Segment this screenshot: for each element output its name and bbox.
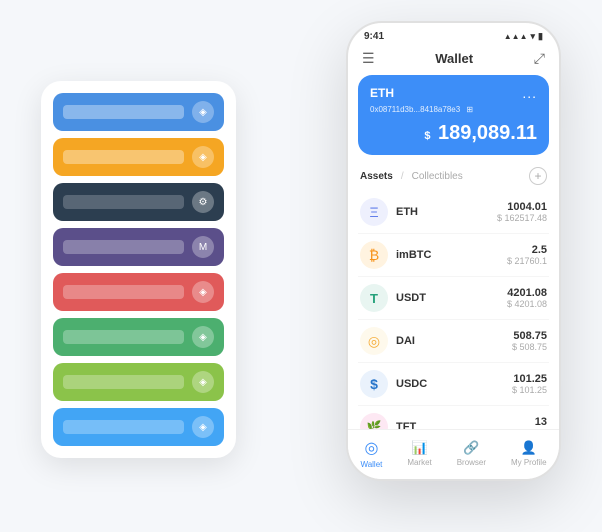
scene: ◈ ◈ ⚙ M ◈ ◈ ◈ ◈ — [41, 21, 561, 511]
tab-collectibles[interactable]: Collectibles — [412, 171, 463, 182]
profile-nav-icon: 👤 — [521, 440, 537, 456]
usdc-amounts: 101.25 $ 101.25 — [512, 373, 547, 395]
signal-icon: ▲▲▲ — [504, 32, 528, 41]
eth-amounts: 1004.01 $ 162517.48 — [497, 201, 547, 223]
browser-nav-label: Browser — [457, 458, 486, 467]
card-bar — [63, 330, 184, 344]
asset-item-imbtc[interactable]: ₿ imBTC 2.5 $ 21760.1 — [358, 234, 549, 277]
asset-item-usdt[interactable]: T USDT 4201.08 $ 4201.08 — [358, 277, 549, 320]
card-icon: M — [192, 236, 214, 258]
asset-list: Ξ ETH 1004.01 $ 162517.48 ₿ imBTC 2.5 $ … — [348, 191, 559, 449]
bottom-nav: ◎ Wallet 📊 Market 🔗 Browser 👤 My Profile — [348, 429, 559, 479]
nav-wallet[interactable]: ◎ Wallet — [360, 438, 382, 469]
asset-item-usdc[interactable]: $ USDC 101.25 $ 101.25 — [358, 363, 549, 406]
phone-mockup: 9:41 ▲▲▲ ▾ ▮ ☰ Wallet ⤢ ETH ... 0x08711d… — [346, 21, 561, 481]
card-icon: ◈ — [192, 281, 214, 303]
dai-amounts: 508.75 $ 508.75 — [512, 330, 547, 352]
assets-tabs: Assets / Collectibles — [360, 171, 463, 182]
page-title: Wallet — [435, 51, 473, 66]
card-bar — [63, 150, 184, 164]
market-nav-label: Market — [407, 458, 431, 467]
card-bar — [63, 285, 184, 299]
card-bar — [63, 105, 184, 119]
dai-symbol: DAI — [396, 335, 512, 347]
eth-dots[interactable]: ... — [522, 85, 537, 101]
status-icons: ▲▲▲ ▾ ▮ — [504, 31, 543, 42]
eth-balance: $ 189,089.11 — [370, 122, 537, 145]
list-item[interactable]: ◈ — [53, 363, 224, 401]
eth-tag: ⊞ — [466, 105, 473, 114]
usdt-icon: T — [360, 284, 388, 312]
list-item[interactable]: ⚙ — [53, 183, 224, 221]
eth-icon: Ξ — [360, 198, 388, 226]
usdc-symbol: USDC — [396, 378, 512, 390]
eth-card[interactable]: ETH ... 0x08711d3b...8418a78e3 ⊞ $ 189,0… — [358, 75, 549, 155]
nav-browser[interactable]: 🔗 Browser — [457, 440, 486, 467]
imbtc-icon: ₿ — [360, 241, 388, 269]
eth-address: 0x08711d3b...8418a78e3 ⊞ — [370, 105, 537, 114]
usdt-symbol: USDT — [396, 292, 507, 304]
dai-icon: ◎ — [360, 327, 388, 355]
list-item[interactable]: ◈ — [53, 408, 224, 446]
assets-header: Assets / Collectibles + — [348, 163, 559, 191]
list-item[interactable]: ◈ — [53, 138, 224, 176]
list-item[interactable]: ◈ — [53, 93, 224, 131]
profile-nav-label: My Profile — [511, 458, 547, 467]
usdt-amounts: 4201.08 $ 4201.08 — [507, 287, 547, 309]
wifi-icon: ▾ — [531, 31, 536, 42]
add-asset-button[interactable]: + — [529, 167, 547, 185]
card-bar — [63, 195, 184, 209]
status-time: 9:41 — [364, 31, 384, 42]
phone-header: ☰ Wallet ⤢ — [348, 46, 559, 75]
tab-assets[interactable]: Assets — [360, 171, 393, 182]
imbtc-amounts: 2.5 $ 21760.1 — [507, 244, 547, 266]
card-icon: ◈ — [192, 101, 214, 123]
list-item[interactable]: ◈ — [53, 273, 224, 311]
nav-market[interactable]: 📊 Market — [407, 440, 431, 467]
expand-icon[interactable]: ⤢ — [534, 50, 545, 67]
list-item[interactable]: ◈ — [53, 318, 224, 356]
wallet-nav-icon: ◎ — [364, 438, 378, 458]
asset-item-eth[interactable]: Ξ ETH 1004.01 $ 162517.48 — [358, 191, 549, 234]
wallet-nav-label: Wallet — [360, 460, 382, 469]
eth-label: ETH — [370, 86, 394, 100]
status-bar: 9:41 ▲▲▲ ▾ ▮ — [348, 23, 559, 46]
browser-nav-icon: 🔗 — [463, 440, 479, 456]
card-bar — [63, 420, 184, 434]
menu-icon[interactable]: ☰ — [362, 50, 375, 67]
card-icon: ⚙ — [192, 191, 214, 213]
usdc-icon: $ — [360, 370, 388, 398]
battery-icon: ▮ — [538, 31, 543, 42]
nav-profile[interactable]: 👤 My Profile — [511, 440, 547, 467]
list-item[interactable]: M — [53, 228, 224, 266]
card-icon: ◈ — [192, 416, 214, 438]
eth-symbol: ETH — [396, 206, 497, 218]
asset-item-dai[interactable]: ◎ DAI 508.75 $ 508.75 — [358, 320, 549, 363]
card-bar — [63, 240, 184, 254]
card-icon: ◈ — [192, 371, 214, 393]
eth-card-header: ETH ... — [370, 85, 537, 101]
card-list: ◈ ◈ ⚙ M ◈ ◈ ◈ ◈ — [41, 81, 236, 458]
card-icon: ◈ — [192, 326, 214, 348]
market-nav-icon: 📊 — [411, 440, 427, 456]
card-icon: ◈ — [192, 146, 214, 168]
card-bar — [63, 375, 184, 389]
imbtc-symbol: imBTC — [396, 249, 507, 261]
